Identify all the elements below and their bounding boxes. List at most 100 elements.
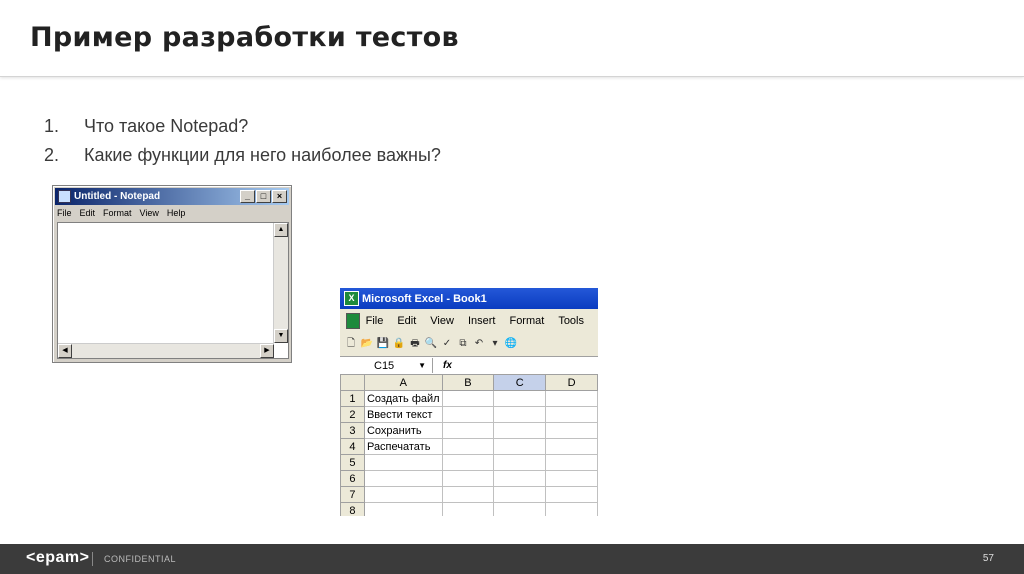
name-box[interactable]: C15 ▼: [340, 358, 433, 373]
name-box-dropdown-icon[interactable]: ▼: [418, 361, 426, 370]
cell[interactable]: [545, 438, 598, 455]
scroll-left-icon[interactable]: ◀: [58, 344, 72, 358]
cell[interactable]: [545, 470, 598, 487]
table-row: 4 Распечатать: [340, 438, 598, 455]
cell[interactable]: [493, 422, 547, 439]
page-number: 57: [982, 553, 994, 564]
slide-title: Пример разработки тестов: [30, 22, 459, 53]
column-header-row: A B C D: [340, 374, 598, 391]
cell-a2[interactable]: Ввести текст: [363, 406, 443, 423]
fx-icon[interactable]: fx: [443, 360, 452, 371]
cell[interactable]: [493, 406, 547, 423]
menu-format[interactable]: Format: [103, 208, 132, 218]
row-header[interactable]: 4: [340, 438, 365, 455]
cell[interactable]: [493, 470, 547, 487]
copy-icon[interactable]: ⧉: [456, 337, 470, 351]
list-item: 2. Какие функции для него наиболее важны…: [44, 145, 441, 174]
column-header-b[interactable]: B: [441, 374, 495, 391]
table-row: 5: [340, 454, 598, 471]
cell[interactable]: [545, 486, 598, 503]
cell[interactable]: [441, 454, 495, 471]
maximize-button[interactable]: □: [256, 190, 271, 203]
menu-insert[interactable]: Insert: [468, 315, 496, 327]
cell[interactable]: [441, 470, 495, 487]
cell[interactable]: [545, 390, 598, 407]
spelling-icon[interactable]: ✓: [440, 337, 454, 351]
cell[interactable]: [363, 454, 443, 471]
notepad-window: Untitled - Notepad _ □ × File Edit Forma…: [52, 185, 292, 363]
slide-header: Пример разработки тестов: [0, 0, 1024, 77]
new-icon[interactable]: 🗋: [344, 337, 358, 351]
notepad-title: Untitled - Notepad: [74, 191, 161, 202]
cell[interactable]: [493, 486, 547, 503]
table-row: 6: [340, 470, 598, 487]
scroll-right-icon[interactable]: ▶: [260, 344, 274, 358]
cell-a4[interactable]: Распечатать: [363, 438, 443, 455]
row-header[interactable]: 6: [340, 470, 365, 487]
vertical-scrollbar[interactable]: ▲ ▼: [273, 223, 288, 343]
cell[interactable]: [441, 390, 495, 407]
cell[interactable]: [545, 422, 598, 439]
cell[interactable]: [493, 502, 547, 516]
cell[interactable]: [493, 438, 547, 455]
cell[interactable]: [441, 502, 495, 516]
notepad-text-area[interactable]: ▲ ▼ ◀ ▶: [57, 222, 289, 359]
row-header[interactable]: 3: [340, 422, 365, 439]
print-preview-icon[interactable]: 🔍: [424, 337, 438, 351]
menu-help[interactable]: Help: [167, 208, 186, 218]
permission-icon[interactable]: 🔒: [392, 337, 406, 351]
cell[interactable]: [363, 502, 443, 516]
list-text: Какие функции для него наиболее важны?: [84, 145, 441, 165]
cell[interactable]: [441, 422, 495, 439]
cell[interactable]: [545, 454, 598, 471]
save-icon[interactable]: 💾: [376, 337, 390, 351]
menu-edit[interactable]: Edit: [397, 315, 416, 327]
cell-a1[interactable]: Создать файл: [363, 390, 443, 407]
menu-edit[interactable]: Edit: [80, 208, 96, 218]
select-all-corner[interactable]: [340, 374, 365, 391]
confidential-label: CONFIDENTIAL: [104, 554, 177, 564]
list-item: 1. Что такое Notepad?: [44, 116, 441, 145]
menu-view[interactable]: View: [430, 315, 454, 327]
scroll-down-icon[interactable]: ▼: [274, 329, 288, 343]
cell[interactable]: [493, 390, 547, 407]
cell[interactable]: [363, 486, 443, 503]
undo-icon[interactable]: ↶: [472, 337, 486, 351]
scroll-up-icon[interactable]: ▲: [274, 223, 288, 237]
cell[interactable]: [545, 406, 598, 423]
menu-view[interactable]: View: [140, 208, 159, 218]
hyperlink-icon[interactable]: 🌐: [504, 337, 518, 351]
notepad-menubar: File Edit Format View Help: [57, 208, 185, 218]
cell[interactable]: [363, 470, 443, 487]
menu-file[interactable]: File: [57, 208, 72, 218]
menu-format[interactable]: Format: [509, 315, 544, 327]
minimize-button[interactable]: _: [240, 190, 255, 203]
dropdown-icon[interactable]: ▾: [488, 337, 502, 351]
column-header-a[interactable]: A: [363, 374, 443, 391]
excel-toolbar: 🗋 📂 💾 🔒 🖶 🔍 ✓ ⧉ ↶ ▾ 🌐: [340, 333, 598, 355]
open-icon[interactable]: 📂: [360, 337, 374, 351]
cell-a3[interactable]: Сохранить: [363, 422, 443, 439]
print-icon[interactable]: 🖶: [408, 337, 422, 351]
horizontal-scrollbar[interactable]: ◀ ▶: [58, 343, 274, 358]
cell[interactable]: [493, 454, 547, 471]
window-controls: _ □ ×: [240, 190, 287, 203]
row-header[interactable]: 8: [340, 502, 365, 516]
excel-titlebar: X Microsoft Excel - Book1: [340, 288, 598, 309]
row-header[interactable]: 5: [340, 454, 365, 471]
cell[interactable]: [441, 406, 495, 423]
excel-icon: X: [344, 291, 359, 306]
list-number: 2.: [44, 145, 60, 165]
cell[interactable]: [441, 438, 495, 455]
row-header[interactable]: 1: [340, 390, 365, 407]
cell[interactable]: [441, 486, 495, 503]
table-row: 1 Создать файл: [340, 390, 598, 407]
column-header-c[interactable]: C: [493, 374, 547, 391]
row-header[interactable]: 2: [340, 406, 365, 423]
menu-file[interactable]: File: [366, 315, 384, 327]
menu-tools[interactable]: Tools: [558, 315, 584, 327]
row-header[interactable]: 7: [340, 486, 365, 503]
close-button[interactable]: ×: [272, 190, 287, 203]
column-header-d[interactable]: D: [545, 374, 598, 391]
cell[interactable]: [545, 502, 598, 516]
